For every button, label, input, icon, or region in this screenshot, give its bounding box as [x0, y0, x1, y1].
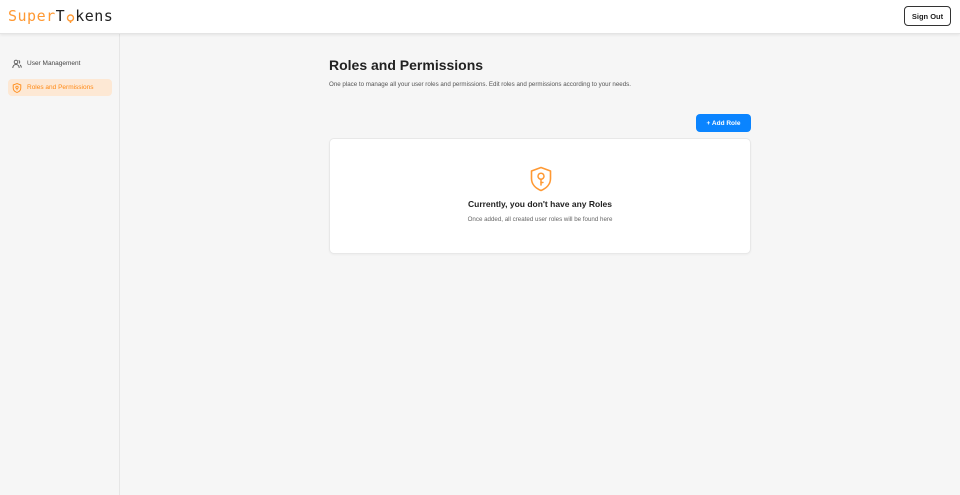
add-role-button[interactable]: + Add Role [696, 114, 751, 132]
page-title: Roles and Permissions [329, 57, 484, 73]
users-icon [12, 59, 22, 69]
shield-key-icon [529, 166, 553, 192]
logo-key-icon [66, 8, 75, 24]
shield-icon [12, 82, 22, 93]
top-header: Super T kens Sign Out [0, 0, 960, 34]
empty-state-title: Currently, you don't have any Roles [467, 199, 613, 209]
sign-out-button[interactable]: Sign Out [904, 6, 951, 26]
page-description: One place to manage all your user roles … [329, 81, 631, 88]
supertokens-logo[interactable]: Super T kens [8, 7, 113, 25]
main-content: Roles and Permissions One place to manag… [121, 34, 960, 495]
empty-state-subtitle: Once added, all created user roles will … [467, 216, 613, 223]
sidebar-item-label: Roles and Permissions [27, 84, 94, 91]
roles-empty-card: Currently, you don't have any Roles Once… [329, 138, 751, 254]
sidebar-item-label: User Management [27, 60, 81, 67]
sidebar: User Management Roles and Permissions [0, 34, 120, 495]
sidebar-item-user-management[interactable]: User Management [8, 55, 112, 72]
sidebar-item-roles-and-permissions[interactable]: Roles and Permissions [8, 79, 112, 96]
